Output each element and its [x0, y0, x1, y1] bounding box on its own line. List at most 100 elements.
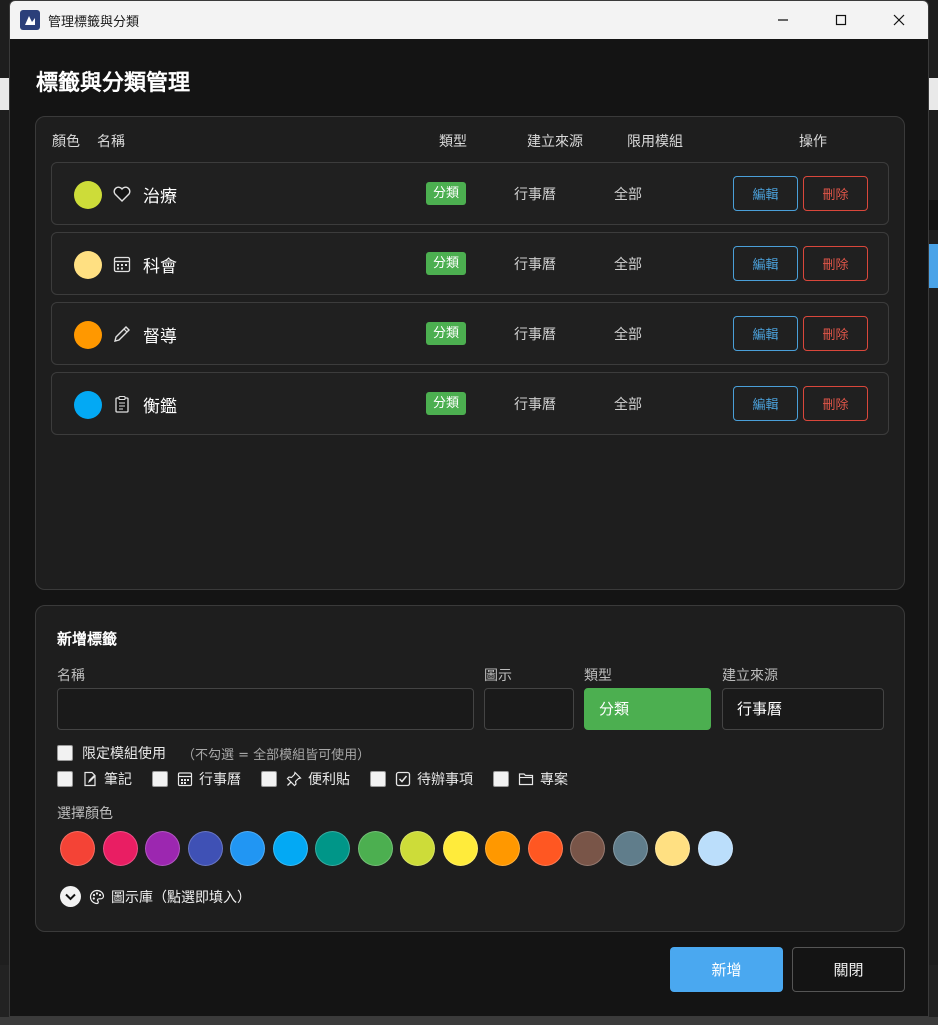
- header-source: 建立來源: [527, 134, 583, 150]
- color-swatch[interactable]: [102, 831, 138, 866]
- module-checkbox[interactable]: [370, 771, 386, 787]
- color-swatch[interactable]: [570, 831, 605, 866]
- module-option-note[interactable]: 筆記: [57, 769, 132, 789]
- limit-module-row: 限定模組使用 （不勾選 = 全部模組皆可使用）: [57, 743, 370, 763]
- module-checkbox[interactable]: [261, 771, 277, 787]
- maximize-button[interactable]: [812, 1, 870, 39]
- tag-source: 行事曆: [514, 397, 556, 413]
- module-options: 筆記 行事曆 便利貼 待辦事項 專案: [57, 769, 588, 789]
- color-swatch[interactable]: [187, 831, 223, 866]
- list-header: 顏色 名稱 類型 建立來源 限用模組 操作: [36, 131, 904, 153]
- tag-type-badge: 分類: [426, 392, 467, 415]
- close-icon: [893, 14, 905, 26]
- tag-module: 全部: [614, 327, 642, 343]
- add-tag-title: 新增標籤: [57, 630, 118, 648]
- tag-type-badge: 分類: [426, 182, 467, 205]
- limit-module-hint: （不勾選 = 全部模組皆可使用）: [182, 747, 371, 763]
- module-label: 待辦事項: [417, 772, 473, 788]
- delete-button[interactable]: 刪除: [803, 246, 868, 281]
- color-label: 選擇顏色: [57, 806, 113, 822]
- color-swatch[interactable]: [60, 831, 95, 866]
- tag-source: 行事曆: [514, 327, 556, 343]
- tag-color-dot: [74, 181, 102, 209]
- limit-module-label: 限定模組使用: [82, 746, 166, 762]
- heart-icon: [112, 184, 132, 204]
- color-swatch[interactable]: [655, 831, 690, 866]
- tag-source: 行事曆: [514, 257, 556, 273]
- edit-button[interactable]: 編輯: [733, 386, 798, 421]
- delete-button[interactable]: 刪除: [803, 176, 868, 211]
- tag-color-dot: [74, 251, 102, 279]
- delete-button[interactable]: 刪除: [803, 386, 868, 421]
- module-checkbox[interactable]: [57, 771, 73, 787]
- tag-name: 治療: [143, 187, 177, 207]
- header-type: 類型: [439, 134, 467, 150]
- module-checkbox[interactable]: [493, 771, 509, 787]
- icon-library-toggle[interactable]: 圖示庫（點選即填入）: [60, 886, 251, 907]
- chevron-down-icon: [60, 886, 81, 907]
- icon-input[interactable]: [484, 688, 574, 730]
- palette-icon: [89, 889, 105, 905]
- tag-name: 督導: [143, 327, 177, 347]
- color-swatch[interactable]: [315, 831, 350, 866]
- module-checkbox[interactable]: [152, 771, 168, 787]
- window-title: 管理標籤與分類: [48, 14, 140, 30]
- module-label: 筆記: [104, 772, 132, 788]
- module-option-sticky[interactable]: 便利貼: [261, 769, 350, 789]
- minimize-button[interactable]: [754, 1, 812, 39]
- header-module: 限用模組: [627, 134, 683, 150]
- module-option-calendar[interactable]: 行事曆: [152, 769, 241, 789]
- folder-icon: [518, 771, 534, 787]
- module-label: 行事曆: [199, 772, 241, 788]
- dialog-title: 標籤與分類管理: [36, 71, 191, 96]
- close-button[interactable]: 關閉: [792, 947, 905, 992]
- close-window-button[interactable]: [870, 1, 928, 39]
- color-swatch[interactable]: [485, 831, 520, 866]
- pin-icon: [286, 771, 302, 787]
- module-label: 專案: [540, 772, 568, 788]
- header-color: 顏色: [52, 134, 80, 150]
- color-swatch[interactable]: [357, 831, 393, 866]
- app-icon: [20, 10, 40, 30]
- tag-module: 全部: [614, 257, 642, 273]
- background-panel-edge: [928, 200, 938, 230]
- color-swatch[interactable]: [400, 831, 435, 866]
- clipboard-icon: [112, 394, 132, 414]
- add-button[interactable]: 新增: [670, 947, 783, 992]
- icon-label: 圖示: [484, 668, 512, 684]
- type-select[interactable]: 分類: [584, 688, 711, 730]
- name-input[interactable]: [57, 688, 474, 730]
- limit-module-checkbox[interactable]: [57, 745, 73, 761]
- header-name: 名稱: [97, 134, 125, 150]
- background-taskbar-edge: [0, 1017, 938, 1025]
- edit-button[interactable]: 編輯: [733, 246, 798, 281]
- delete-button[interactable]: 刪除: [803, 316, 868, 351]
- checkbox-icon: [395, 771, 411, 787]
- source-select[interactable]: 行事曆: [722, 688, 884, 730]
- module-option-project[interactable]: 專案: [493, 769, 568, 789]
- name-label: 名稱: [57, 668, 85, 684]
- tag-type-badge: 分類: [426, 322, 467, 345]
- tag-color-dot: [74, 391, 102, 419]
- edit-button[interactable]: 編輯: [733, 316, 798, 351]
- title-bar: 管理標籤與分類: [10, 1, 928, 39]
- note-edit-icon: [82, 771, 98, 787]
- color-swatch[interactable]: [442, 831, 478, 866]
- calendar-icon: [112, 254, 132, 274]
- type-label: 類型: [584, 668, 612, 684]
- module-option-todo[interactable]: 待辦事項: [370, 769, 473, 789]
- edit-button[interactable]: 編輯: [733, 176, 798, 211]
- color-swatch[interactable]: [230, 831, 265, 866]
- source-label: 建立來源: [722, 668, 778, 684]
- tag-color-dot: [74, 321, 102, 349]
- color-swatch[interactable]: [527, 831, 563, 866]
- module-label: 便利貼: [308, 772, 350, 788]
- pencil-icon: [112, 324, 132, 344]
- color-swatch[interactable]: [612, 831, 648, 866]
- color-swatch[interactable]: [145, 831, 180, 866]
- tag-source: 行事曆: [514, 187, 556, 203]
- tag-list-panel: 顏色 名稱 類型 建立來源 限用模組 操作 治療 分類 行事曆 全部 編輯 刪除: [35, 116, 905, 590]
- color-swatch[interactable]: [697, 831, 733, 866]
- color-swatch[interactable]: [272, 831, 308, 866]
- tag-row: 治療 分類 行事曆 全部 編輯 刪除: [51, 162, 889, 225]
